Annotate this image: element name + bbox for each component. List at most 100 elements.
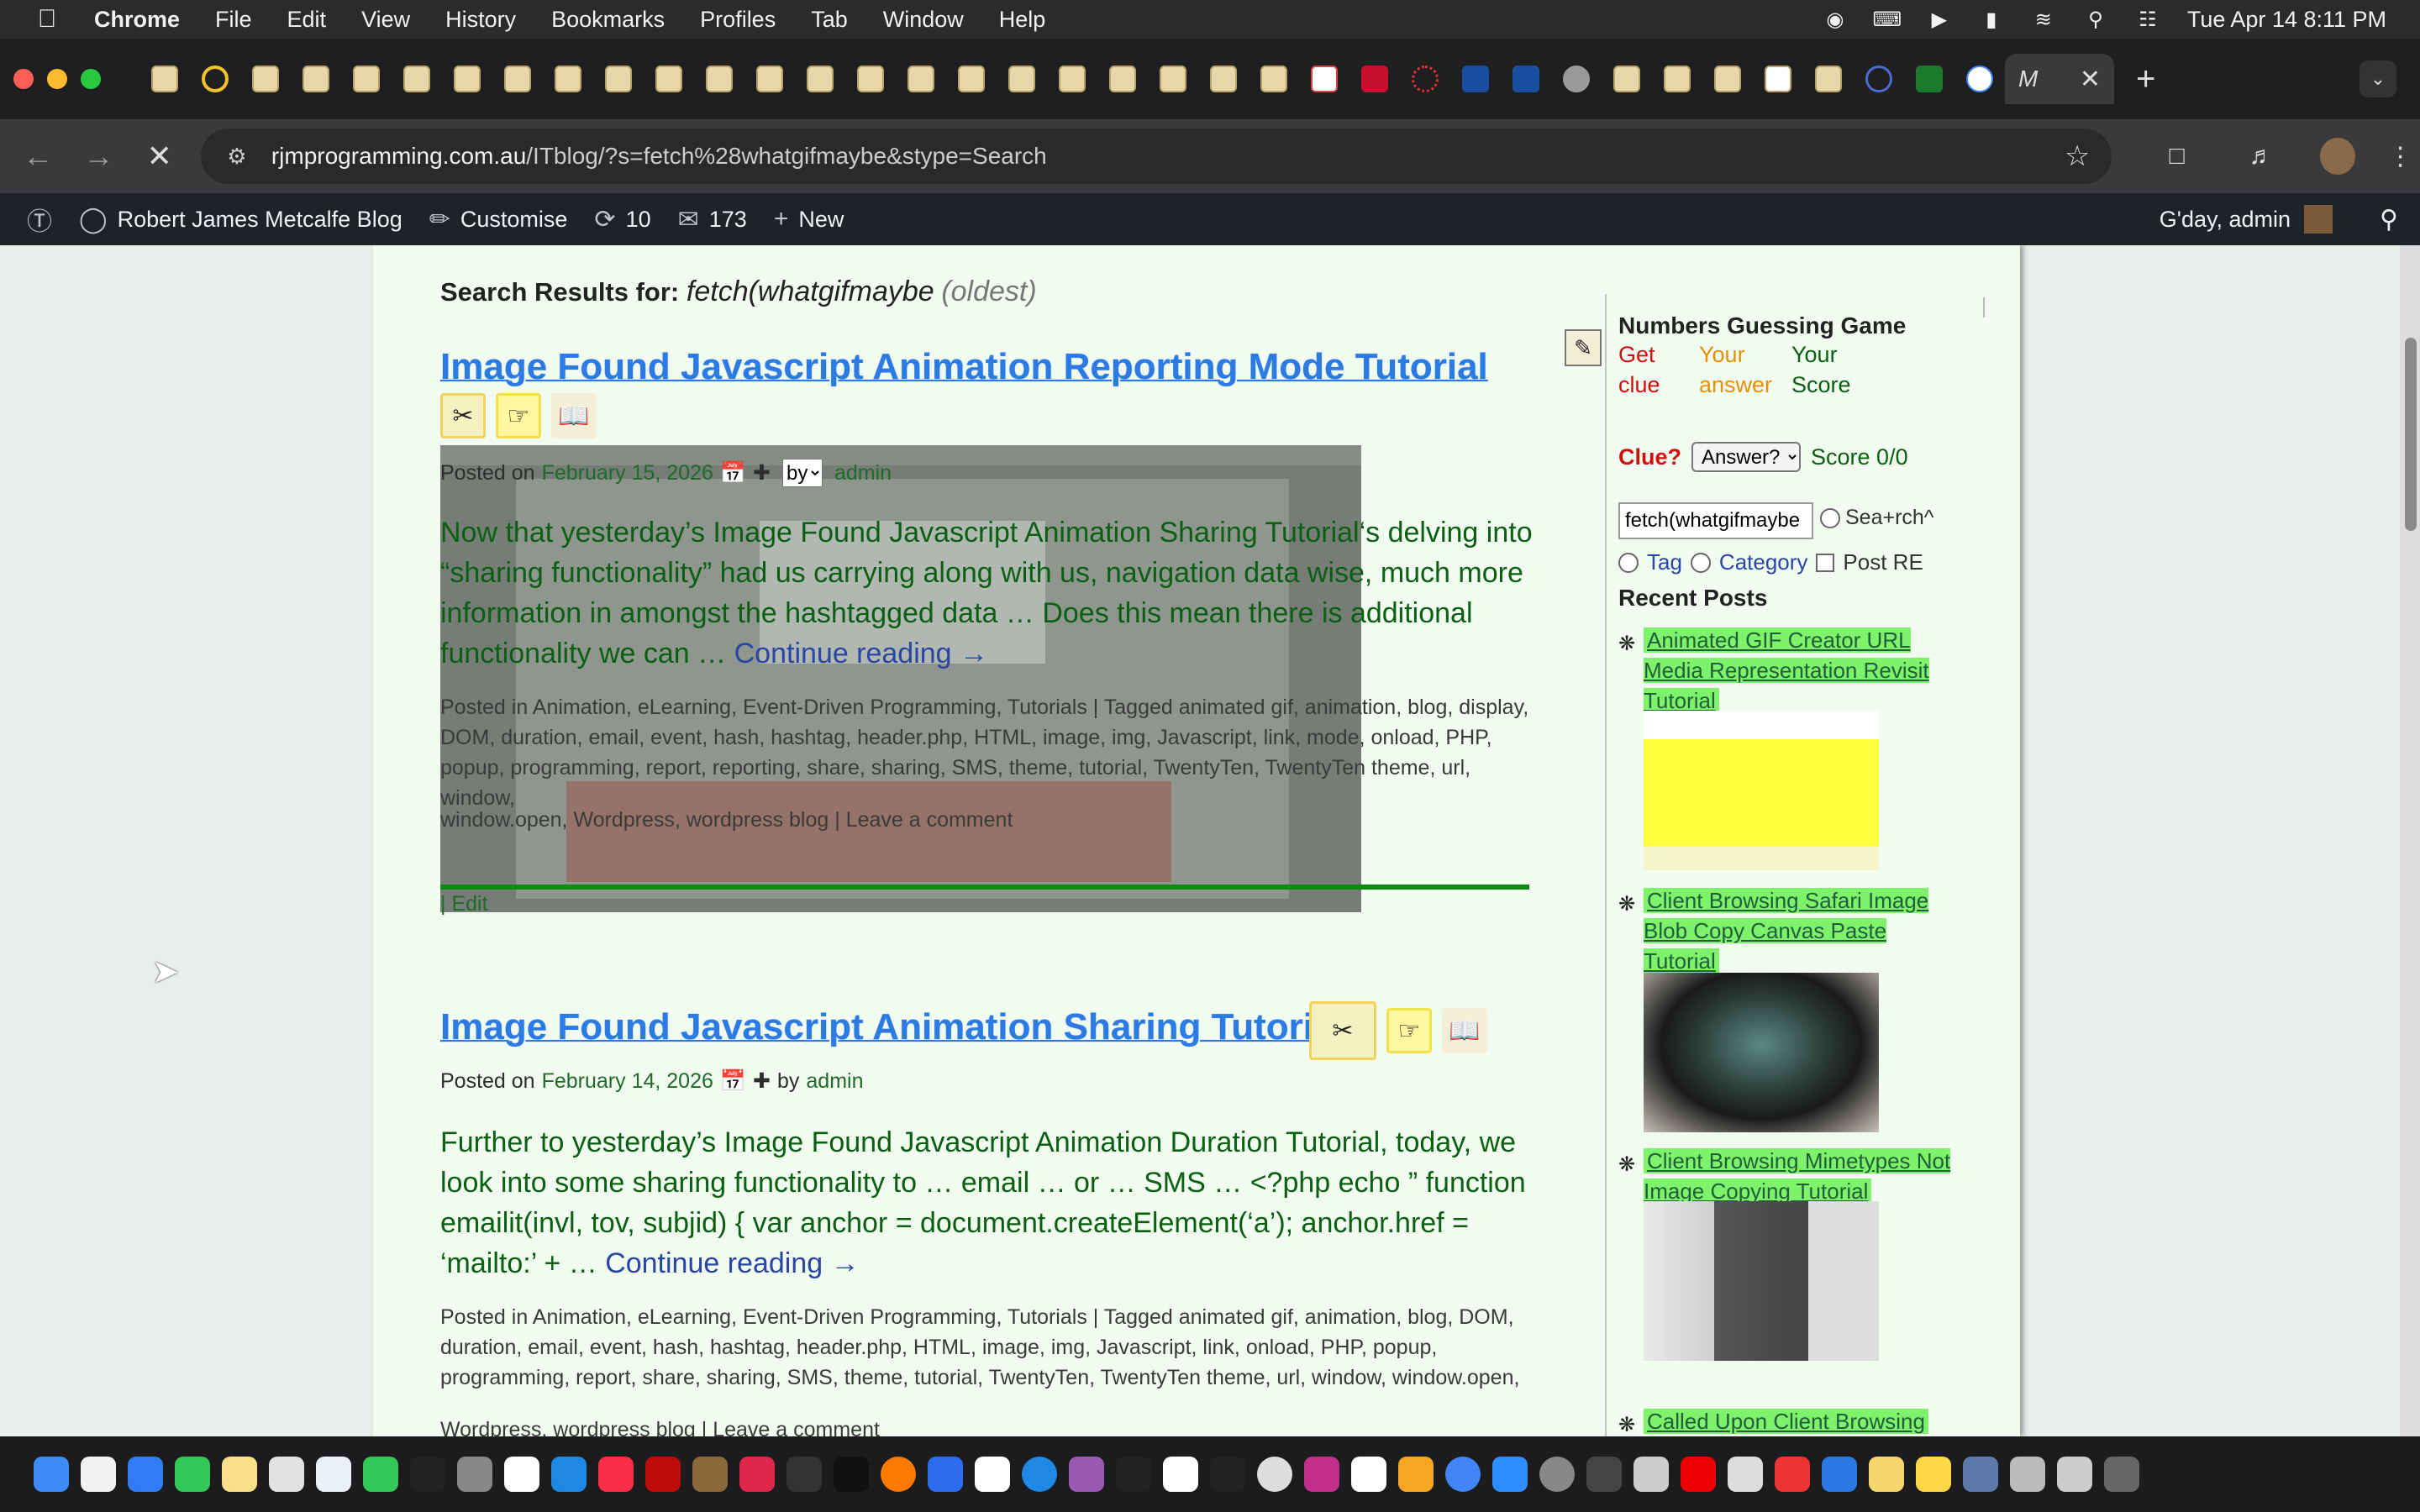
app-icon[interactable]	[1916, 1457, 1951, 1492]
post-author-link[interactable]: admin	[834, 461, 892, 486]
zoom-window-button[interactable]	[81, 69, 101, 89]
notes-icon[interactable]	[222, 1457, 257, 1492]
messages-icon[interactable]	[175, 1457, 210, 1492]
browser-tab[interactable]	[392, 54, 442, 104]
app-icon[interactable]	[316, 1457, 351, 1492]
address-bar[interactable]: ⚙ rjmprogramming.com.au/ITblog/?s=fetch%…	[200, 129, 2112, 184]
media-controls-icon[interactable]: ♬	[2242, 136, 2281, 176]
browser-tab[interactable]	[1249, 54, 1299, 104]
mail-icon[interactable]	[128, 1457, 163, 1492]
pointing-hand-icon[interactable]: ☞	[496, 393, 541, 438]
podcasts-icon[interactable]	[1069, 1457, 1104, 1492]
app-store-icon[interactable]	[551, 1457, 587, 1492]
browser-tab[interactable]	[1652, 54, 1702, 104]
admin-site-name[interactable]: ◯ Robert James Metcalfe Blog	[79, 205, 402, 234]
battery-icon[interactable]: ▮	[1979, 8, 2004, 31]
app-icon[interactable]	[1822, 1457, 1857, 1492]
browser-tab[interactable]	[1904, 54, 1954, 104]
post-re-checkbox[interactable]	[1816, 553, 1835, 572]
pointing-hand-icon[interactable]: ☞	[1386, 1008, 1432, 1053]
calendar-icon[interactable]: 📅	[720, 1069, 746, 1094]
safari-icon[interactable]	[1022, 1457, 1057, 1492]
apple-tv-icon[interactable]	[834, 1457, 869, 1492]
browser-tab[interactable]	[1148, 54, 1198, 104]
admin-comments[interactable]: ✉ 173	[678, 205, 747, 234]
chrome-dock-icon[interactable]	[1445, 1457, 1481, 1492]
animation-emoji-icon[interactable]: ✂	[1309, 1001, 1376, 1060]
menu-view[interactable]: View	[361, 7, 410, 33]
app-icon[interactable]	[2010, 1457, 2045, 1492]
app-icon[interactable]	[1634, 1457, 1669, 1492]
filezilla-icon[interactable]	[645, 1457, 681, 1492]
post-date-link[interactable]: February 14, 2026	[542, 1069, 713, 1094]
tag-radio[interactable]	[1618, 552, 1639, 573]
plus-icon[interactable]: ✚	[753, 1068, 771, 1094]
app-icon[interactable]	[1351, 1457, 1386, 1492]
firefox-icon[interactable]	[881, 1457, 916, 1492]
by-select[interactable]: by	[781, 459, 823, 487]
continue-reading-link[interactable]: Continue reading →	[734, 638, 988, 669]
book-icon[interactable]: 📖	[1442, 1008, 1487, 1053]
admin-search-icon[interactable]: ⚲	[2380, 205, 2398, 234]
app-icon[interactable]	[975, 1457, 1010, 1492]
minimize-window-button[interactable]	[47, 69, 67, 89]
browser-tab[interactable]	[1047, 54, 1097, 104]
post-title[interactable]: Image Found Javascript Animation Reporti…	[440, 346, 1488, 388]
browser-tab[interactable]	[896, 54, 946, 104]
status-app-icon[interactable]: ◉	[1823, 8, 1848, 31]
extensions-icon[interactable]: □	[2157, 136, 2196, 176]
admin-updates[interactable]: ⟳ 10	[594, 205, 650, 234]
forward-button[interactable]: →	[74, 131, 123, 181]
close-tab-icon[interactable]: ✕	[2080, 65, 2101, 94]
app-icon[interactable]	[269, 1457, 304, 1492]
search-option[interactable]: Sea+rch^	[1820, 506, 1934, 530]
trash-icon[interactable]	[2104, 1457, 2139, 1492]
browser-tab[interactable]	[1551, 54, 1602, 104]
menu-help[interactable]: Help	[999, 7, 1046, 33]
admin-greeting[interactable]: G'day, admin	[2160, 207, 2291, 233]
chrome-menu-icon[interactable]: ⋮	[2381, 136, 2420, 176]
browser-tab-active[interactable]: M ✕	[2005, 54, 2114, 104]
app-icon[interactable]	[1963, 1457, 1998, 1492]
app-icon[interactable]	[786, 1457, 822, 1492]
answer-select[interactable]: Answer?	[1691, 442, 1802, 472]
bookmark-star-icon[interactable]: ☆	[2065, 139, 2090, 173]
notepad-icon[interactable]: ✎	[1565, 329, 1602, 366]
browser-tab[interactable]	[1097, 54, 1148, 104]
app-icon[interactable]	[1869, 1457, 1904, 1492]
recent-post-thumbnail[interactable]	[1644, 711, 1879, 870]
launchpad-icon[interactable]	[81, 1457, 116, 1492]
textedit-icon[interactable]	[504, 1457, 539, 1492]
browser-tab[interactable]	[1702, 54, 1753, 104]
menu-window[interactable]: Window	[883, 7, 964, 33]
browser-tab[interactable]	[190, 54, 240, 104]
browser-tab[interactable]	[139, 54, 190, 104]
play-icon[interactable]: ▶	[1927, 8, 1952, 31]
app-icon[interactable]	[2057, 1457, 2092, 1492]
facetime-icon[interactable]	[363, 1457, 398, 1492]
search-icon[interactable]: ⚲	[2083, 8, 2108, 31]
app-icon[interactable]	[1257, 1457, 1292, 1492]
browser-tab[interactable]	[997, 54, 1047, 104]
recent-post-thumbnail[interactable]	[1644, 1201, 1879, 1361]
menu-tab[interactable]: Tab	[811, 7, 848, 33]
browser-tab[interactable]	[1954, 54, 2005, 104]
admin-avatar[interactable]	[2304, 205, 2333, 234]
browser-tab[interactable]	[341, 54, 392, 104]
browser-tab[interactable]	[291, 54, 341, 104]
keyboard-icon[interactable]: ⌨	[1873, 8, 1902, 31]
app-icon[interactable]	[928, 1457, 963, 1492]
book-icon[interactable]: 📖	[551, 393, 597, 438]
browser-tab[interactable]	[593, 54, 644, 104]
category-radio[interactable]	[1690, 552, 1711, 573]
wifi-icon[interactable]: ≋	[2031, 8, 2056, 31]
menu-clock[interactable]: Tue Apr 14 8:11 PM	[2187, 7, 2386, 33]
browser-tab[interactable]	[1198, 54, 1249, 104]
post-author-link[interactable]: admin	[806, 1069, 863, 1094]
menu-history[interactable]: History	[445, 7, 516, 33]
terminal-icon[interactable]	[1210, 1457, 1245, 1492]
apple-icon[interactable]: 	[30, 0, 64, 39]
app-icon[interactable]	[1586, 1457, 1622, 1492]
finder-icon[interactable]	[34, 1457, 69, 1492]
browser-tab[interactable]	[1299, 54, 1349, 104]
